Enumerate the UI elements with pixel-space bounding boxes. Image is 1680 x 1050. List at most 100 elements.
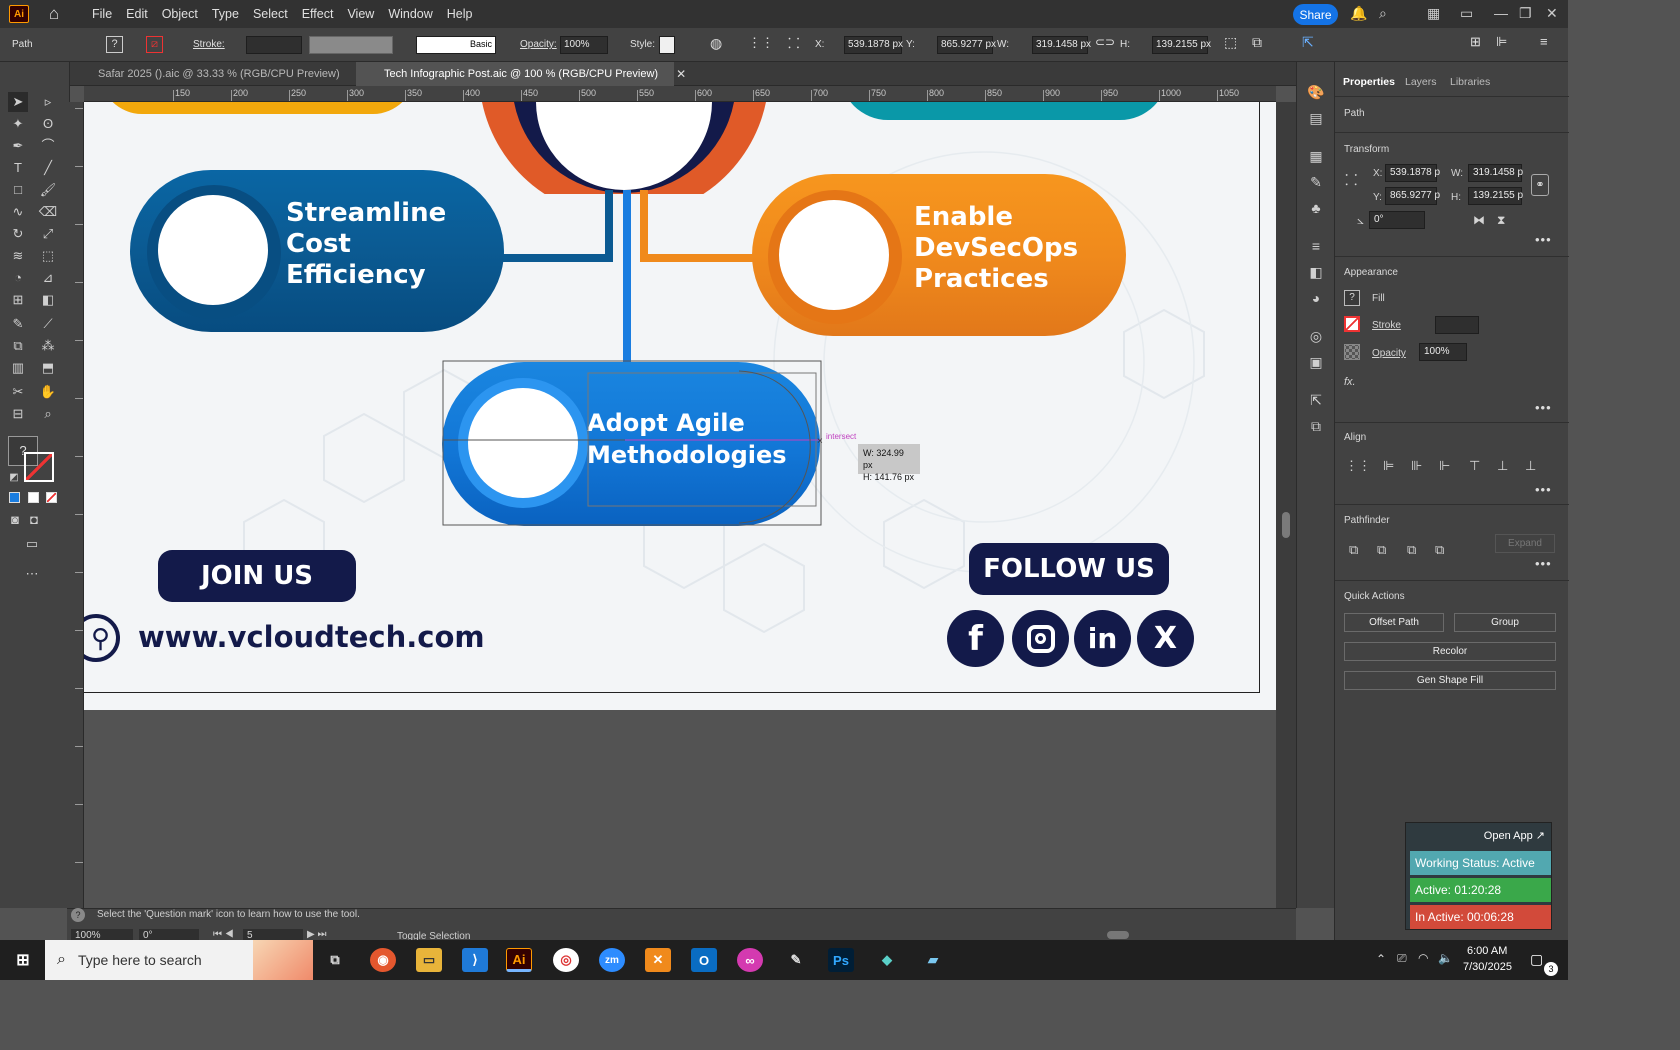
menu-edit[interactable]: Edit <box>119 7 155 21</box>
fill-swatch[interactable]: ? <box>106 36 123 53</box>
pathfinder-intersect-icon[interactable]: ⧉ <box>1407 542 1416 558</box>
export-panel-icon[interactable]: ⇱ <box>1306 392 1326 412</box>
column-graph-icon[interactable]: ▥ <box>8 358 28 378</box>
tab-libraries[interactable]: Libraries <box>1450 76 1490 88</box>
clock-time[interactable]: 6:00 AM <box>1467 945 1507 957</box>
menu-view[interactable]: View <box>340 7 381 21</box>
pathfinder-exclude-icon[interactable]: ⧉ <box>1435 542 1444 558</box>
rotate-field[interactable]: 0° <box>1369 211 1425 229</box>
photoshop-icon[interactable]: Ps <box>828 948 854 972</box>
type-tool-icon[interactable]: T <box>8 158 28 178</box>
panel-fill-swatch[interactable]: ? <box>1344 290 1360 306</box>
align-right-icon[interactable]: ⊩ <box>1439 458 1450 474</box>
windows-start-icon[interactable]: ⊞ <box>10 948 36 972</box>
paintbrush-tool-icon[interactable]: 🖌 <box>38 180 58 200</box>
transparency-panel-icon[interactable]: ◕ <box>1306 290 1326 310</box>
menu-object[interactable]: Object <box>155 7 205 21</box>
panel-w-field[interactable]: 319.1458 p <box>1468 164 1523 182</box>
selection-tool-icon[interactable]: ➤ <box>8 92 28 112</box>
first-artboard-icon[interactable]: ⏮ ◀ <box>213 929 234 940</box>
menu-select[interactable]: Select <box>246 7 295 21</box>
recolor-icon[interactable]: ◍ <box>710 35 722 52</box>
hand-tool-icon[interactable]: ✋ <box>38 382 58 402</box>
warp-tool-icon[interactable]: ≋ <box>8 246 28 266</box>
illustrator-taskbar-icon[interactable]: Ai <box>506 948 532 972</box>
constrain-proportions-icon[interactable]: ⚭ <box>1531 174 1549 196</box>
close-icon[interactable]: ✕ <box>1546 5 1558 22</box>
tab-tech-infographic[interactable]: Tech Infographic Post.aic @ 100 % (RGB/C… <box>356 62 686 86</box>
menu-file[interactable]: File <box>85 7 119 21</box>
minimize-icon[interactable]: — <box>1494 5 1508 21</box>
facebook-icon[interactable]: f <box>947 610 1004 667</box>
mesh-tool-icon[interactable]: ⊞ <box>8 290 28 310</box>
panel-arrange-icon[interactable]: ⊫ <box>1496 34 1507 50</box>
menu-type[interactable]: Type <box>205 7 246 21</box>
print-tiling-icon[interactable]: ⊟ <box>8 404 28 424</box>
opacity-label[interactable]: Opacity: <box>520 39 557 50</box>
tray-chevron-icon[interactable]: ⌃ <box>1376 952 1386 966</box>
scale-tool-icon[interactable]: ⤢ <box>38 224 58 244</box>
panel-x-field[interactable]: 539.1878 p <box>1385 164 1440 182</box>
menu-effect[interactable]: Effect <box>295 7 341 21</box>
canvas[interactable]: Streamline Cost Efficiency Enable DevSec… <box>84 102 1276 908</box>
task-view-icon[interactable]: ⧉ <box>322 948 348 972</box>
draw-behind-icon[interactable]: ◘ <box>24 510 44 530</box>
vertical-scroll-thumb[interactable] <box>1282 512 1290 538</box>
menu-help[interactable]: Help <box>440 7 480 21</box>
transform-more-icon[interactable]: ••• <box>1535 232 1552 247</box>
expand-button[interactable]: Expand <box>1495 534 1555 553</box>
align-vcenter-icon[interactable]: ⊥ <box>1497 458 1508 474</box>
constrain-link-icon[interactable]: ⊂⊃ <box>1095 35 1115 49</box>
firefox-icon[interactable]: ◉ <box>370 948 396 972</box>
artboards-panel-icon[interactable]: ⧉ <box>1306 418 1326 438</box>
edit-toolbar-icon[interactable]: ⋯ <box>22 564 42 584</box>
tab-layers[interactable]: Layers <box>1405 76 1437 88</box>
curvature-tool-icon[interactable]: ⌒ <box>38 136 58 156</box>
properties-panel-icon[interactable]: ▤ <box>1306 110 1326 130</box>
perspective-grid-icon[interactable]: ⊿ <box>38 268 58 288</box>
file-explorer-icon[interactable]: ▭ <box>416 948 442 972</box>
stroke-swatch[interactable]: ⧄ <box>146 36 163 53</box>
panel-menu-icon[interactable]: ⊞ <box>1470 34 1481 50</box>
horizontal-scroll-thumb[interactable] <box>1107 931 1129 939</box>
pathfinder-minus-front-icon[interactable]: ⧉ <box>1377 542 1386 558</box>
align-hcenter-icon[interactable]: ⊪ <box>1411 458 1422 474</box>
opacity-field[interactable]: 100% <box>560 36 608 54</box>
close-tab-icon[interactable]: ✕ <box>676 67 686 81</box>
website-url[interactable]: www.vcloudtech.com <box>138 620 485 654</box>
stroke-label[interactable]: Stroke <box>1372 320 1401 331</box>
screen-mode-icon[interactable]: ▭ <box>22 534 42 554</box>
measure-tool-icon[interactable]: ⟋ <box>38 314 58 334</box>
bell-icon[interactable]: 🔔 <box>1350 5 1367 22</box>
h-field[interactable]: 139.2155 px <box>1152 36 1211 54</box>
color-panel-icon[interactable]: 🎨 <box>1306 84 1326 104</box>
pathfinder-more-icon[interactable]: ••• <box>1535 556 1552 571</box>
panel-h-field[interactable]: 139.2155 p <box>1468 187 1523 205</box>
app-notes-icon[interactable]: ▰ <box>920 948 946 972</box>
fx-label[interactable]: fx. <box>1344 376 1356 388</box>
panel-y-field[interactable]: 865.9277 p <box>1385 187 1440 205</box>
x-twitter-icon[interactable]: X <box>1137 610 1194 667</box>
appearance-more-icon[interactable]: ••• <box>1535 400 1552 415</box>
gradient-mode-icon[interactable] <box>28 492 39 503</box>
window-layout-icon[interactable]: ▭ <box>1460 5 1473 22</box>
zoom-tool-icon[interactable]: ⌕ <box>38 404 58 424</box>
shape-builder-icon[interactable]: ◔ <box>8 268 28 288</box>
search-icon[interactable]: ⌕ <box>1379 5 1387 22</box>
symbol-sprayer-icon[interactable]: ⁂ <box>38 336 58 356</box>
join-us-button[interactable]: JOIN US <box>158 550 356 602</box>
draw-normal-icon[interactable]: ◙ <box>5 510 25 530</box>
gen-shape-fill-button[interactable]: Gen Shape Fill <box>1344 671 1556 690</box>
opacity-label[interactable]: Opacity <box>1372 348 1406 359</box>
artboard-tool-icon[interactable]: ⬒ <box>38 358 58 378</box>
isolate-icon[interactable]: ⇱ <box>1302 34 1314 51</box>
gradient-tool-icon[interactable]: ◧ <box>38 290 58 310</box>
align-bottom-icon[interactable]: ⊥ <box>1525 458 1536 474</box>
wifi-icon[interactable]: ◠ <box>1418 951 1428 965</box>
linkedin-icon[interactable]: in <box>1074 610 1131 667</box>
x-field[interactable]: 539.1878 px <box>844 36 903 54</box>
xampp-icon[interactable]: ✕ <box>645 948 671 972</box>
rotate-tool-icon[interactable]: ↻ <box>8 224 28 244</box>
control-bar-menu-icon[interactable]: ≡ <box>1540 34 1548 49</box>
panel-opacity-field[interactable]: 100% <box>1419 343 1467 361</box>
